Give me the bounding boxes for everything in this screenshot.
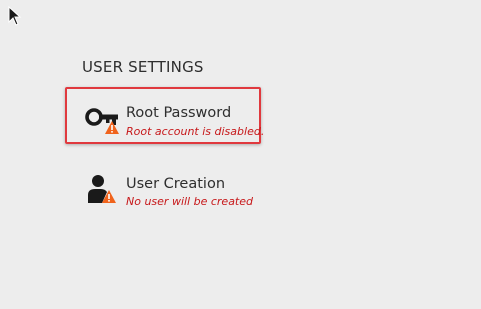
key-warning-icon (85, 108, 119, 134)
mouse-pointer-icon (8, 6, 22, 26)
user-settings-heading: USER SETTINGS (82, 58, 204, 76)
root-password-title: Root Password (126, 105, 232, 121)
user-creation-spoke[interactable]: User Creation No user will be created (65, 160, 261, 217)
root-password-spoke[interactable]: Root Password Root account is disabled. (65, 87, 265, 144)
user-creation-status: No user will be created (126, 195, 253, 208)
root-password-status: Root account is disabled. (126, 125, 265, 138)
user-creation-title: User Creation (126, 176, 226, 192)
user-warning-icon (88, 175, 116, 203)
